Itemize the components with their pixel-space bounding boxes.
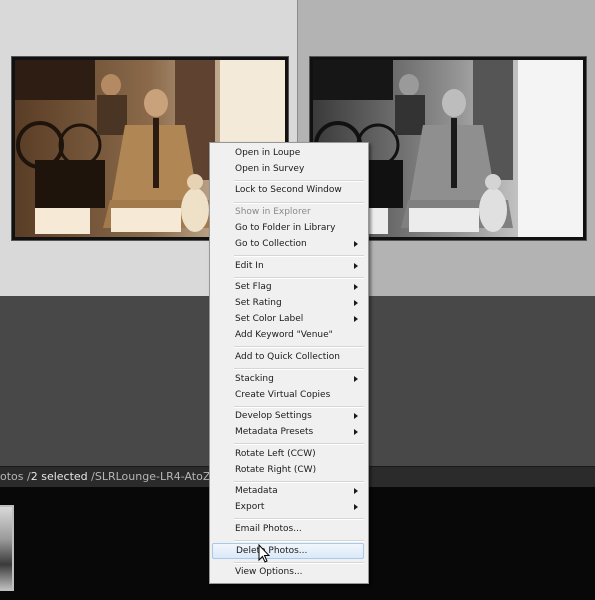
menu-item-label: Add Keyword "Venue" (235, 330, 333, 340)
menu-item-go-to-collection[interactable]: Go to Collection (212, 237, 364, 253)
menu-separator (234, 518, 364, 520)
selection-count: 2 selected (30, 470, 88, 483)
menu-separator (234, 346, 364, 348)
menu-item-label: Rotate Left (CCW) (235, 449, 316, 459)
submenu-arrow-icon (354, 241, 358, 247)
menu-item-rotate-left[interactable]: Rotate Left (CCW) (212, 447, 364, 463)
menu-item-label: Edit In (235, 261, 264, 271)
mouse-cursor-icon (258, 544, 270, 563)
menu-item-label: Open in Loupe (235, 148, 301, 158)
menu-item-show-in-explorer: Show in Explorer (212, 205, 364, 221)
submenu-arrow-icon (354, 413, 358, 419)
menu-item-label: Add to Quick Collection (235, 352, 341, 362)
menu-separator (234, 255, 364, 257)
menu-item-label: Delete Photos... (236, 546, 308, 556)
menu-separator (234, 368, 364, 370)
menu-item-go-to-folder[interactable]: Go to Folder in Library (212, 221, 364, 237)
menu-item-metadata[interactable]: Metadata (212, 484, 364, 500)
menu-item-email-photos[interactable]: Email Photos... (212, 522, 364, 538)
menu-item-open-in-loupe[interactable]: Open in Loupe (212, 146, 364, 162)
menu-item-label: Email Photos... (235, 524, 302, 534)
submenu-arrow-icon (354, 284, 358, 290)
menu-item-label: Export (235, 502, 265, 512)
menu-item-label: Set Color Label (235, 314, 304, 324)
menu-item-label: Develop Settings (235, 411, 312, 421)
menu-item-delete-photos[interactable]: Delete Photos... (212, 543, 364, 559)
menu-separator (234, 443, 364, 445)
menu-item-create-virtual-copies[interactable]: Create Virtual Copies (212, 388, 364, 404)
menu-item-edit-in[interactable]: Edit In (212, 259, 364, 275)
menu-item-label: Set Flag (235, 282, 272, 292)
menu-item-label: Go to Folder in Library (235, 223, 336, 233)
submenu-arrow-icon (354, 504, 358, 510)
menu-item-label: Rotate Right (CW) (235, 465, 317, 475)
menu-item-set-flag[interactable]: Set Flag (212, 280, 364, 296)
menu-item-set-rating[interactable]: Set Rating (212, 296, 364, 312)
menu-separator (234, 540, 364, 542)
menu-item-label: Lock to Second Window (235, 185, 342, 195)
menu-separator (234, 277, 364, 279)
submenu-arrow-icon (354, 429, 358, 435)
menu-item-rotate-right[interactable]: Rotate Right (CW) (212, 463, 364, 479)
menu-item-lock-to-second-window[interactable]: Lock to Second Window (212, 183, 364, 199)
menu-item-metadata-presets[interactable]: Metadata Presets (212, 425, 364, 441)
menu-item-add-keyword[interactable]: Add Keyword "Venue" (212, 328, 364, 344)
submenu-arrow-icon (354, 300, 358, 306)
menu-separator (234, 202, 364, 204)
menu-item-set-color-label[interactable]: Set Color Label (212, 312, 364, 328)
filmstrip-thumbnail[interactable] (0, 505, 14, 591)
menu-separator (234, 481, 364, 483)
menu-item-label: Open in Survey (235, 164, 305, 174)
menu-item-label: Set Rating (235, 298, 282, 308)
menu-item-label: View Options... (235, 567, 303, 577)
menu-item-add-to-quick-collection[interactable]: Add to Quick Collection (212, 350, 364, 366)
menu-separator (234, 562, 364, 564)
menu-item-stacking[interactable]: Stacking (212, 372, 364, 388)
menu-item-develop-settings[interactable]: Develop Settings (212, 409, 364, 425)
menu-separator (234, 180, 364, 182)
menu-item-label: Metadata (235, 486, 278, 496)
menu-item-label: Go to Collection (235, 239, 307, 249)
submenu-arrow-icon (354, 263, 358, 269)
breadcrumb-prefix: otos / (0, 470, 31, 483)
context-menu: Open in Loupe Open in Survey Lock to Sec… (209, 142, 369, 584)
menu-item-view-options[interactable]: View Options... (212, 565, 364, 581)
menu-item-export[interactable]: Export (212, 500, 364, 516)
menu-item-label: Stacking (235, 374, 274, 384)
menu-item-label: Show in Explorer (235, 207, 311, 217)
menu-item-label: Metadata Presets (235, 427, 314, 437)
submenu-arrow-icon (354, 376, 358, 382)
thumbnail-image (0, 507, 12, 589)
submenu-arrow-icon (354, 316, 358, 322)
menu-item-label: Create Virtual Copies (235, 390, 331, 400)
submenu-arrow-icon (354, 488, 358, 494)
menu-separator (234, 406, 364, 408)
menu-item-open-in-survey[interactable]: Open in Survey (212, 162, 364, 178)
